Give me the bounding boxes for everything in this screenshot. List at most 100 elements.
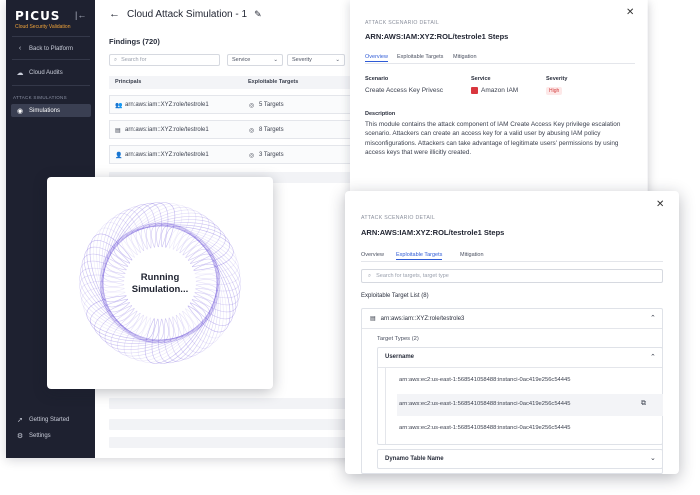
target-arn[interactable]: arn:aws:ec2:us-east-1:568541058488:insta…	[399, 377, 570, 383]
severity-badge: High	[546, 87, 563, 95]
placeholder-row	[109, 437, 359, 448]
target-arn[interactable]: arn:aws:ec2:us-east-1:568541058488:insta…	[399, 401, 570, 407]
chevron-left-icon: ‹	[18, 45, 22, 52]
role-arn: arn:aws:iam::XYZ:role/testrole3	[380, 315, 465, 322]
users-icon: 👥	[115, 103, 123, 109]
table-row[interactable]: ▤ arn:aws:iam::XYZ:role/testrole1 ◎ 8 Ta…	[109, 120, 359, 139]
gear-icon: ⚙	[16, 433, 24, 440]
chevron-down-icon[interactable]: ⌄	[650, 454, 656, 462]
sidebar-item-label: Cloud Audits	[29, 69, 63, 76]
user-add-icon: 👤	[115, 153, 123, 159]
table-row[interactable]: 👤 arn:aws:iam::XYZ:role/testrole1 ◎ 3 Ta…	[109, 145, 359, 164]
panel-title: ARN:AWS:IAM:XYZ:ROL/testrole1 Steps	[361, 228, 505, 237]
target-arn[interactable]: arn:aws:ec2:us-east-1:568541058488:insta…	[399, 425, 570, 431]
target-types-label: Target Types (2)	[377, 336, 419, 342]
target-search-input[interactable]: ⌕ Search for targets, target type	[361, 269, 663, 283]
aws-iam-icon	[471, 87, 478, 94]
placeholder-row	[109, 419, 359, 430]
page-title-bar: ← Cloud Attack Simulation - 1 ✎	[109, 8, 262, 20]
server-icon: ▤	[370, 316, 376, 322]
getting-started-link[interactable]: ➚ Getting Started	[16, 416, 69, 424]
getting-started-label: Getting Started	[29, 417, 70, 423]
target-icon: ◎	[249, 128, 255, 134]
exploitable-targets-panel: ATTACK SCENARIO DETAIL ✕ ARN:AWS:IAM:XYZ…	[345, 191, 679, 474]
scenario-detail-panel: ATTACK SCENARIO DETAIL ✕ ARN:AWS:IAM:XYZ…	[350, 0, 647, 205]
tab-exploitable-targets[interactable]: Exploitable Targets	[396, 252, 443, 260]
findings-count: Findings (720)	[109, 37, 160, 46]
chevron-down-icon: ⌄	[335, 57, 340, 63]
close-icon[interactable]: ✕	[656, 199, 664, 210]
brand-logo: PICUS	[15, 9, 61, 23]
settings-label: Settings	[29, 433, 51, 439]
placeholder-row	[109, 398, 359, 409]
column-header-principals: Principals	[115, 79, 142, 85]
username-accordion-header[interactable]: Username	[385, 354, 414, 360]
collapse-sidebar-icon[interactable]: |←	[75, 10, 86, 20]
simulation-status: Running Simulation...	[47, 272, 273, 296]
simulation-status-line2: Simulation...	[131, 284, 189, 295]
service-heading: Service	[471, 76, 491, 82]
edit-pencil-icon[interactable]: ✎	[254, 9, 262, 20]
brand-subtitle: Cloud Security Validation	[15, 24, 71, 30]
service-filter-dropdown[interactable]: Service ⌄	[227, 54, 283, 66]
tabs-divider	[365, 63, 635, 64]
tabs-divider	[361, 261, 663, 262]
sidebar-item-label: Simulations	[29, 107, 61, 114]
tab-mitigation[interactable]: Mitigation	[453, 54, 477, 60]
back-label: Back to Platform	[29, 45, 74, 52]
scenario-value: Create Access Key Privesc	[365, 87, 444, 94]
dynamo-accordion-header[interactable]: Dynamo Table Name	[385, 456, 444, 462]
table-header: Principals Exploitable Targets	[109, 76, 359, 89]
search-placeholder: Search for	[121, 57, 147, 63]
page-title: Cloud Attack Simulation - 1	[127, 8, 248, 20]
sidebar-item-cloud-audits[interactable]: ☁ Cloud Audits	[11, 66, 91, 79]
target-list-label: Exploitable Target List (8)	[361, 293, 429, 299]
rocket-icon: ➚	[17, 417, 23, 424]
severity-filter-label: Severity	[292, 57, 312, 63]
search-icon: ⌕	[368, 272, 372, 279]
divider	[12, 59, 90, 60]
tab-mitigation[interactable]: Mitigation	[460, 252, 484, 258]
search-input[interactable]: ⌕ Search for	[109, 54, 220, 66]
simulation-status-line1: Running	[140, 272, 180, 283]
search-icon: ⌕	[114, 56, 118, 63]
targets-cell: 8 Targets	[259, 127, 284, 133]
table-row[interactable]: 👥 arn:aws:iam::XYZ:role/testrole1 ◎ 5 Ta…	[109, 95, 359, 114]
scenario-heading: Scenario	[365, 76, 389, 82]
divider	[12, 85, 90, 86]
divider	[362, 328, 662, 329]
divider	[12, 36, 90, 37]
principal-cell: arn:aws:iam::XYZ:role/testrole1	[125, 152, 209, 158]
close-icon[interactable]: ✕	[626, 7, 634, 18]
panel-title: ARN:AWS:IAM:XYZ:ROL/testrole1 Steps	[365, 32, 509, 41]
running-simulation-card: Running Simulation...	[47, 177, 273, 389]
tab-overview[interactable]: Overview	[365, 54, 388, 62]
description-text: This module contains the attack componen…	[365, 121, 621, 156]
severity-heading: Severity	[546, 76, 568, 82]
back-to-platform-link[interactable]: ‹ Back to Platform	[11, 42, 91, 55]
copy-icon[interactable]: ⧉	[641, 400, 646, 408]
targets-cell: 5 Targets	[259, 102, 284, 108]
service-name: Amazon IAM	[481, 87, 519, 94]
section-label: ATTACK SIMULATIONS	[13, 95, 67, 100]
arrow-left-icon[interactable]: ←	[109, 8, 120, 20]
tab-overview[interactable]: Overview	[361, 252, 384, 258]
tab-exploitable-targets[interactable]: Exploitable Targets	[397, 54, 443, 60]
targets-cell: 3 Targets	[259, 152, 284, 158]
severity-filter-dropdown[interactable]: Severity ⌄	[287, 54, 345, 66]
chevron-up-icon[interactable]: ⌃	[650, 353, 656, 361]
principal-cell: arn:aws:iam::XYZ:role/testrole1	[125, 102, 209, 108]
role-accordion-header[interactable]: ▤ arn:aws:iam::XYZ:role/testrole3	[370, 315, 465, 323]
divider	[378, 367, 662, 368]
chevron-down-icon: ⌄	[273, 57, 278, 63]
target-icon: ◎	[249, 103, 255, 109]
principal-cell: arn:aws:iam::XYZ:role/testrole1	[125, 127, 209, 133]
sidebar-item-simulations[interactable]: ◉ Simulations	[11, 104, 91, 117]
target-icon: ◉	[16, 107, 24, 115]
column-header-targets: Exploitable Targets	[248, 79, 299, 85]
panel-label: ATTACK SCENARIO DETAIL	[365, 20, 440, 26]
server-icon: ▤	[115, 128, 121, 134]
chevron-up-icon[interactable]: ⌃	[650, 314, 656, 322]
tree-line	[385, 368, 386, 444]
settings-link[interactable]: ⚙ Settings	[16, 432, 51, 440]
